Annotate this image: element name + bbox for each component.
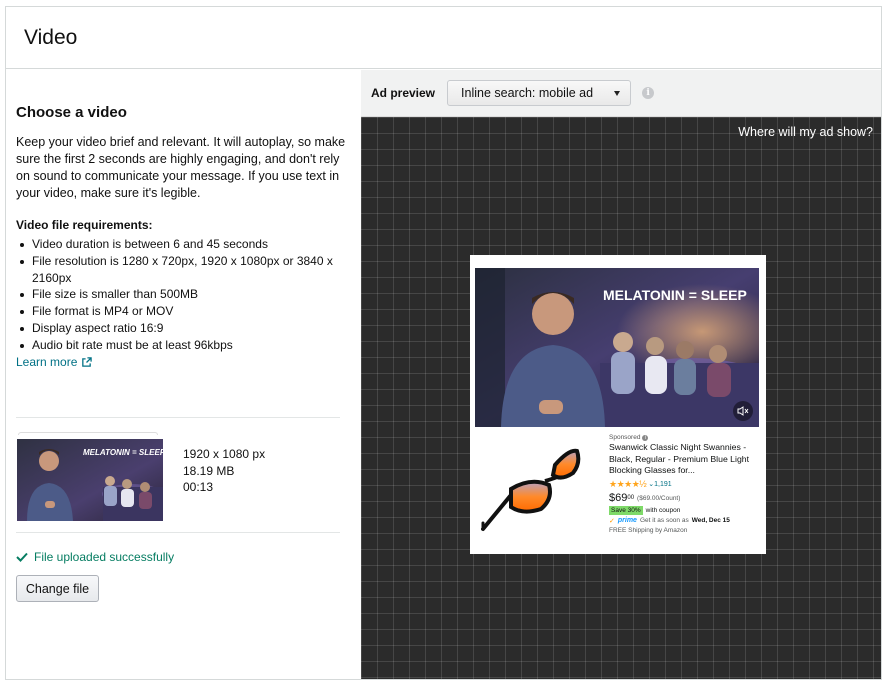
price: $6900 [609,491,635,504]
requirement-item: File resolution is 1280 x 720px, 1920 x … [16,253,336,287]
sponsored-info-icon: i [642,434,649,441]
video-caption: MELATONIN = SLEEP [603,287,747,303]
learn-more-link[interactable]: Learn more [16,355,93,369]
requirements-title: Video file requirements: [16,218,153,232]
thumbnail-image: MELATONIN = SLEEP [17,439,163,521]
prime-check-icon: ✓ [609,517,615,525]
coupon-row: Save 30% with coupon [609,505,759,515]
delivery-prefix: Get it as soon as [639,517,689,524]
requirement-item: File size is smaller than 500MB [16,286,336,303]
requirements-list: Video duration is between 6 and 45 secon… [16,236,336,354]
requirement-item: Video duration is between 6 and 45 secon… [16,236,336,253]
intro-text: Keep your video brief and relevant. It w… [16,135,346,200]
where-will-my-ad-show-link[interactable]: Where will my ad show? [738,125,873,139]
coupon-badge: Save 30% [609,505,643,515]
requirement-item: Audio bit rate must be at least 96kbps [16,337,336,354]
mobile-ad-card: MELATONIN = SLEEP Sponsored i Swanwick C… [470,255,766,554]
price-per-count: ($69.00/Count) [637,494,681,502]
video-panel: Video Choose a video Keep your video bri… [5,6,882,680]
ad-preview-section: Ad preview Inline search: mobile ad i Wh… [361,70,881,679]
info-icon[interactable]: i [642,87,655,99]
panel-title: Video [24,25,78,49]
file-size: 18.19 MB [183,463,235,478]
external-link-icon [82,356,93,367]
caret-down-icon [614,91,621,96]
product-title[interactable]: Swanwick Classic Night Swannies - Black,… [609,442,759,477]
coupon-text: with coupon [645,506,681,514]
glasses-product-image [481,448,581,531]
section-title: Choose a video [16,104,127,121]
ad-preview-toolbar: Ad preview Inline search: mobile ad i [361,70,881,117]
requirement-item: File format is MP4 or MOV [16,303,336,320]
shipping-text: FREE Shipping by Amazon [609,526,688,534]
change-file-button[interactable]: Change file [16,575,99,602]
choose-video-section: Choose a video Keep your video brief and… [6,70,361,679]
check-icon [16,552,28,562]
ad-product-details: Sponsored i Swanwick Classic Night Swann… [609,434,759,534]
upload-status: File uploaded successfully [16,550,174,564]
placement-select[interactable]: Inline search: mobile ad [447,80,632,106]
ad-preview-label: Ad preview [371,86,436,100]
rating-count[interactable]: ⌄1,191 [648,480,671,488]
thumbnail-tab [18,432,158,435]
mute-icon[interactable] [733,401,753,421]
sponsored-label: Sponsored i [609,434,759,441]
file-duration: 00:13 [183,480,214,494]
file-resolution: 1920 x 1080 px [183,447,266,461]
ad-video-frame: MELATONIN = SLEEP [475,268,759,427]
price-row: $6900 ($69.00/Count) [609,492,759,504]
requirement-item: Display aspect ratio 16:9 [16,320,336,337]
ad-video[interactable]: MELATONIN = SLEEP [475,268,759,427]
prime-delivery-row: ✓ prime Get it as soon as Wed, Dec 15 [609,517,759,525]
rating-row: ★★★★½ ⌄1,191 [609,479,759,489]
divider [16,417,340,418]
file-info: 1920 x 1080 px 18.19 MB 00:13 [183,446,265,496]
delivery-date: Wed, Dec 15 [691,517,730,524]
divider [16,532,340,533]
star-rating-icon: ★★★★½ [609,478,647,489]
thumbnail-caption: MELATONIN = SLEEP [83,448,163,457]
prime-logo: prime [617,517,637,524]
upload-status-text: File uploaded successfully [34,550,175,564]
preview-canvas: Where will my ad show? MELATONIN = SLEEP… [361,117,881,679]
learn-more-label: Learn more [16,355,78,369]
placement-select-value: Inline search: mobile ad [461,86,594,100]
ad-product[interactable]: Sponsored i Swanwick Classic Night Swann… [475,431,759,549]
video-thumbnail[interactable]: MELATONIN = SLEEP [17,439,163,521]
panel-header: Video [6,7,881,69]
